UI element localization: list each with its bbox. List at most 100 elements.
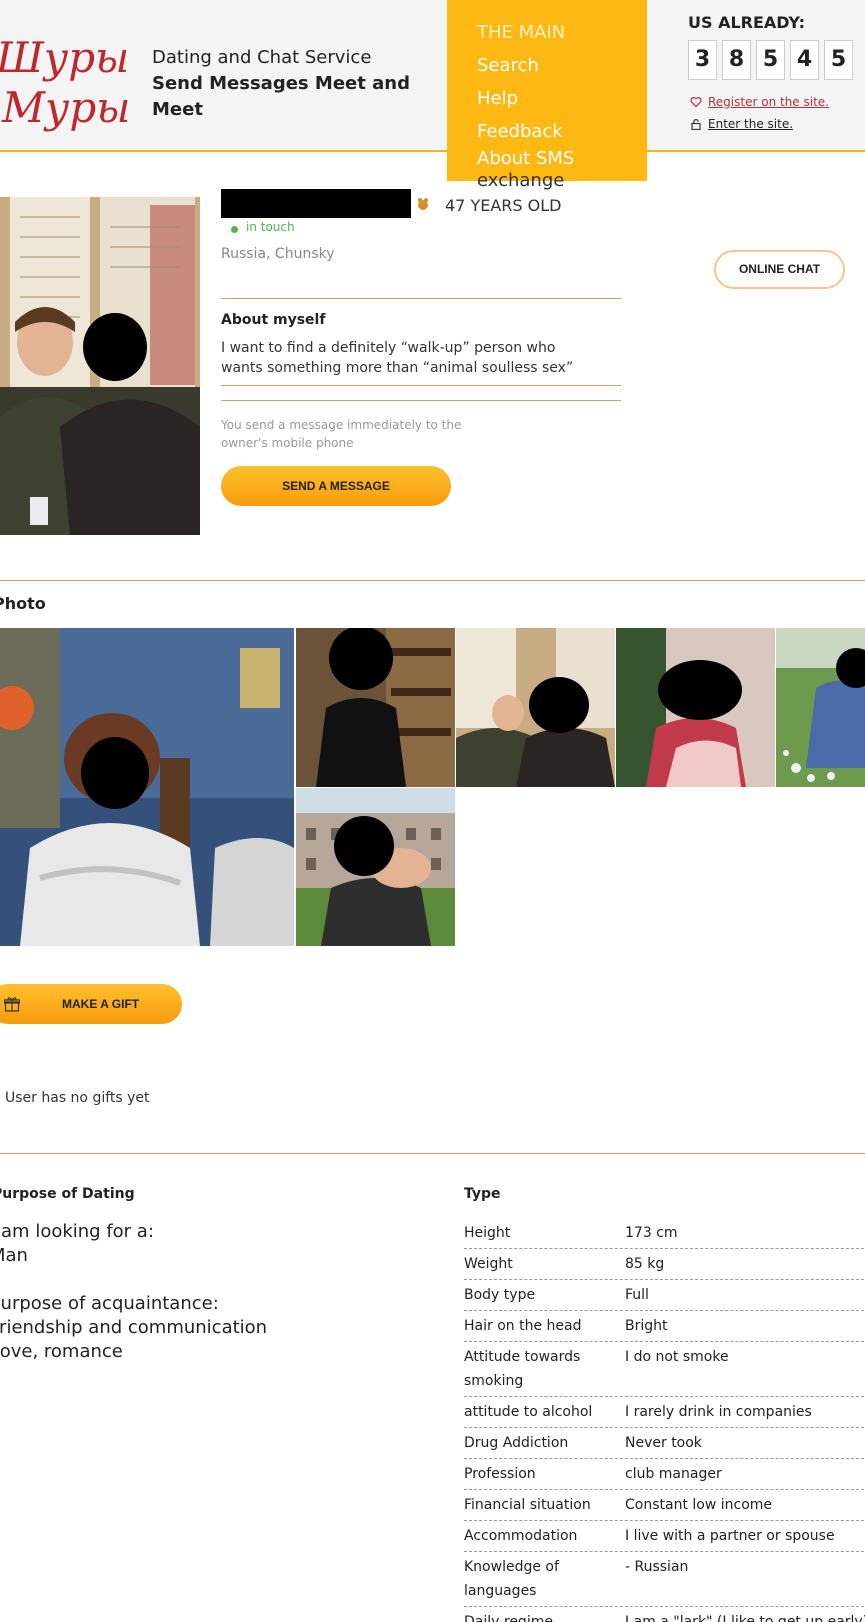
table-row: attitude to alcohol I rarely drink in com… — [464, 1397, 865, 1428]
tagline-regular: Dating and Chat Service — [152, 47, 372, 68]
tagline-bold: Send Messages Meet and Meet — [152, 73, 410, 120]
acquaintance-value: Friendship and communication — [0, 1317, 268, 1338]
counter-digit: 5 — [824, 40, 853, 80]
no-gifts-text: User has no gifts yet — [5, 1090, 150, 1106]
counter-digit: 3 — [688, 40, 717, 80]
send-message-note: You send a message immediately to the ow… — [221, 418, 462, 450]
zodiac-icon — [418, 198, 428, 210]
row-value: I am a "lark" (I like to get up early) — [625, 1614, 865, 1622]
member-counter: 3 8 5 4 5 — [688, 40, 853, 80]
row-label: Financial situation — [464, 1497, 591, 1513]
acquaintance-value: Love, romance — [0, 1341, 123, 1362]
menu-item-about-sms[interactable]: About SMS — [477, 148, 647, 170]
table-row: Accommodation I live with a partner or sp… — [464, 1521, 865, 1552]
row-value: Full — [625, 1287, 649, 1303]
section-divider — [0, 1153, 865, 1154]
main-menu: THE MAIN Search Help Feedback About SMS … — [447, 0, 647, 191]
row-label: Knowledge of languages — [464, 1559, 559, 1599]
table-row: Hair on the head Bright — [464, 1311, 865, 1342]
divider — [221, 400, 621, 401]
site-tagline: Dating and Chat Service Send Messages Me… — [152, 45, 412, 123]
row-label: Accommodation — [464, 1528, 578, 1544]
online-chat-button[interactable]: ONLINE CHAT — [714, 250, 845, 289]
redacted-name — [221, 189, 411, 218]
table-row: Knowledge of languages - Russian — [464, 1552, 865, 1607]
row-label: Height — [464, 1225, 511, 1241]
row-label: Body type — [464, 1287, 536, 1303]
row-value: I rarely drink in companies — [625, 1404, 812, 1420]
make-gift-label: MAKE A GIFT — [62, 997, 140, 1011]
type-table: Height 173 cm Weight 85 kg Body type Full H… — [464, 1218, 865, 1622]
section-divider — [0, 580, 865, 581]
row-label: Drug Addiction — [464, 1435, 569, 1451]
main-profile-photo[interactable] — [0, 197, 200, 535]
row-value: Bright — [625, 1318, 668, 1334]
acquaintance-label: Purpose of acquaintance: — [0, 1293, 219, 1314]
table-row: Drug Addiction Never took — [464, 1428, 865, 1459]
enter-link[interactable]: Enter the site. — [690, 117, 793, 131]
row-label: Attitude towards smoking — [464, 1349, 581, 1389]
row-label: Daily regime — [464, 1614, 553, 1622]
looking-for-value: Man — [0, 1245, 28, 1266]
send-message-button[interactable]: SEND A MESSAGE — [221, 466, 451, 506]
counter-title: US ALREADY: — [688, 13, 806, 32]
row-label: attitude to alcohol — [464, 1404, 593, 1420]
row-value: 173 cm — [625, 1225, 678, 1241]
photo-thumbnail[interactable] — [456, 628, 615, 787]
counter-digit: 4 — [790, 40, 819, 80]
counter-digit: 5 — [756, 40, 785, 80]
menu-item-help[interactable]: Help — [477, 82, 647, 115]
menu-item-main[interactable]: THE MAIN — [477, 16, 647, 49]
photo-thumbnail[interactable] — [296, 628, 455, 787]
table-row: Height 173 cm — [464, 1218, 865, 1249]
row-label: Weight — [464, 1256, 513, 1272]
table-row: Financial situation Constant low income — [464, 1490, 865, 1521]
logo-line-1: Шуры — [0, 33, 129, 82]
register-link[interactable]: Register on the site. — [690, 95, 829, 109]
row-value: I do not smoke — [625, 1349, 729, 1365]
logo-line-2: Муры — [1, 83, 130, 132]
make-gift-button[interactable]: MAKE A GIFT — [0, 984, 182, 1024]
site-header: Шуры Муры Dating and Chat Service Send M… — [0, 0, 865, 152]
divider — [221, 385, 621, 386]
about-text: I want to find a definitely “walk-up” pe… — [221, 340, 574, 376]
photo-thumbnail[interactable] — [0, 628, 294, 946]
counter-digit: 8 — [722, 40, 751, 80]
profile-age: 47 YEARS OLD — [445, 196, 562, 215]
site-logo[interactable]: Шуры Муры — [0, 24, 136, 134]
register-link-label: Register on the site. — [708, 95, 829, 109]
row-label: Hair on the head — [464, 1318, 582, 1334]
menu-item-about-sms-cont[interactable]: exchange — [477, 170, 647, 192]
row-value: club manager — [625, 1466, 722, 1482]
table-row: Weight 85 kg — [464, 1249, 865, 1280]
photo-thumbnail[interactable] — [296, 788, 455, 946]
row-value: 85 kg — [625, 1256, 665, 1272]
type-title: Type — [464, 1186, 501, 1202]
looking-for-label: I am looking for a: — [0, 1221, 154, 1242]
online-status: in touch — [246, 220, 295, 234]
about-title: About myself — [221, 312, 326, 328]
purpose-details: I am looking for a: Man Purpose of acqua… — [0, 1220, 267, 1364]
menu-item-search[interactable]: Search — [477, 49, 647, 82]
row-value: I live with a partner or spouse — [625, 1528, 835, 1544]
profile-location: Russia, Chunsky — [221, 246, 335, 262]
lock-icon — [691, 119, 701, 130]
row-value: Constant low income — [625, 1497, 773, 1513]
table-row: Daily regime I am a "lark" (I like to get… — [464, 1607, 865, 1622]
photo-section-title: Photo — [0, 594, 46, 613]
heart-icon — [690, 97, 702, 108]
table-row: Profession club manager — [464, 1459, 865, 1490]
photo-thumbnail[interactable] — [616, 628, 775, 787]
table-row: Body type Full — [464, 1280, 865, 1311]
row-value: Never took — [625, 1435, 702, 1451]
table-row: Attitude towards smoking I do not smoke — [464, 1342, 865, 1397]
row-value: - Russian — [625, 1559, 689, 1575]
divider — [221, 298, 621, 299]
online-status-dot — [231, 226, 238, 233]
menu-item-feedback[interactable]: Feedback — [477, 115, 647, 148]
enter-link-label: Enter the site. — [708, 117, 794, 131]
row-label: Profession — [464, 1466, 536, 1482]
purpose-title: Purpose of Dating — [0, 1186, 135, 1202]
photo-thumbnail[interactable] — [776, 628, 865, 787]
gift-icon — [4, 997, 20, 1012]
